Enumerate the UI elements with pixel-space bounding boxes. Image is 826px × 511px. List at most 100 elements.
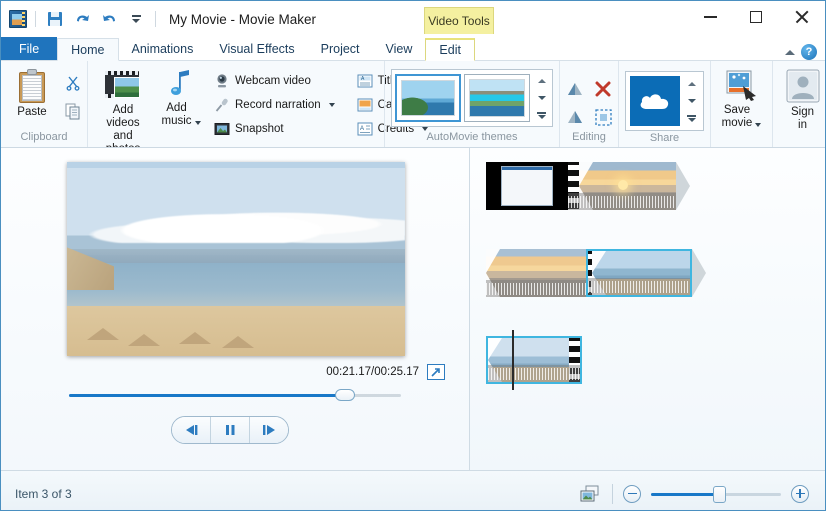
ribbon-right-tools: ? (785, 44, 825, 60)
seek-fill (69, 394, 345, 397)
playhead[interactable] (512, 330, 514, 390)
snapshot-icon (214, 121, 230, 137)
chevron-down-icon[interactable] (755, 123, 761, 127)
seek-thumb[interactable] (335, 389, 355, 401)
item-status: Item 3 of 3 (15, 487, 72, 501)
ribbon-group-editing: Editing (559, 61, 618, 147)
window-title: My Movie - Movie Maker (169, 12, 316, 27)
ribbon-group-share: Share (618, 61, 710, 147)
audio-waveform (588, 278, 690, 295)
remove-button[interactable] (591, 77, 615, 101)
copy-icon (65, 103, 81, 120)
undo-icon[interactable] (71, 8, 93, 30)
select-all-button[interactable] (591, 105, 615, 129)
gallery-scroll-down-icon[interactable] (534, 91, 549, 106)
seek-bar[interactable] (69, 388, 401, 402)
fullscreen-icon[interactable] (427, 364, 445, 380)
maximize-button[interactable] (733, 1, 779, 33)
share-scroll-up-icon[interactable] (684, 76, 699, 91)
ribbon-tabs: File Home Animations Visual Effects Proj… (1, 37, 825, 61)
share-gallery[interactable] (625, 71, 704, 131)
gallery-scroll-up-icon[interactable] (534, 73, 549, 88)
share-scroll-down-icon[interactable] (684, 94, 699, 109)
ribbon-group-automovie: AutoMovie themes (384, 61, 559, 147)
quick-access-toolbar (9, 8, 159, 30)
storyboard-pane[interactable] (470, 148, 825, 470)
paste-label: Paste (17, 106, 46, 119)
clip-beach-day[interactable] (586, 249, 692, 297)
paste-icon (17, 69, 47, 103)
rotate-left-button[interactable] (563, 77, 587, 101)
share-more-icon[interactable] (684, 111, 699, 126)
ribbon-group-sign-in: Sign in (772, 61, 826, 147)
tab-animations[interactable]: Animations (119, 37, 207, 60)
gallery-scroll (534, 73, 549, 123)
divider (155, 11, 156, 27)
clip-beach-day-cont[interactable] (486, 336, 582, 384)
tab-visual-effects[interactable]: Visual Effects (206, 37, 307, 60)
user-icon (786, 69, 820, 103)
tab-file[interactable]: File (1, 37, 57, 60)
zoom-fill (651, 493, 719, 496)
rotate-right-button[interactable] (563, 105, 587, 129)
audio-waveform (486, 280, 586, 297)
storyboard-row (486, 162, 690, 210)
save-icon[interactable] (44, 8, 66, 30)
preview-water (67, 263, 405, 310)
pause-button[interactable] (210, 417, 249, 443)
zoom-out-button[interactable] (623, 485, 641, 503)
paste-button[interactable]: Paste (3, 67, 61, 119)
preview-monitor[interactable] (67, 162, 405, 356)
tab-project[interactable]: Project (308, 37, 373, 60)
group-label-clipboard: Clipboard (1, 130, 87, 147)
add-videos-and-photos-button[interactable]: Add videos and photos (94, 67, 152, 156)
add-small-buttons-col1: Webcam video Record narration (210, 69, 339, 141)
tab-home[interactable]: Home (57, 38, 118, 61)
credits-icon: A (357, 121, 373, 137)
add-music-label-wrap: Add music (161, 102, 200, 128)
help-icon[interactable]: ? (801, 44, 817, 60)
gallery-more-icon[interactable] (534, 108, 549, 123)
title-bar: My Movie - Movie Maker Video Tools (1, 1, 825, 37)
tab-edit[interactable]: Edit (425, 38, 475, 61)
zoom-in-button[interactable] (791, 485, 809, 503)
clip-sunset-beach-cont[interactable] (486, 249, 586, 297)
cloud-icon (636, 88, 674, 114)
preview-pane: 00:21.17/00:25.17 (1, 148, 470, 470)
contextual-tab-label: Video Tools (424, 7, 494, 34)
previous-frame-button[interactable] (172, 417, 210, 443)
save-movie-button[interactable]: Save movie (713, 67, 771, 130)
minimize-button[interactable] (687, 1, 733, 33)
record-narration-button[interactable]: Record narration (210, 93, 339, 117)
webcam-video-button[interactable]: Webcam video (210, 69, 339, 93)
music-note-icon (168, 69, 194, 99)
next-frame-button[interactable] (249, 417, 288, 443)
movie-maker-window: My Movie - Movie Maker Video Tools File … (0, 0, 826, 511)
tab-view[interactable]: View (373, 37, 426, 60)
snapshot-label: Snapshot (235, 123, 284, 135)
collapse-ribbon-icon[interactable] (785, 50, 795, 55)
onedrive-button[interactable] (630, 76, 680, 126)
clip-sunset-beach[interactable] (568, 162, 676, 210)
snapshot-button[interactable]: Snapshot (210, 117, 339, 141)
close-button[interactable] (779, 1, 825, 33)
cut-button[interactable] (61, 71, 85, 95)
copy-button[interactable] (61, 99, 85, 123)
theme-no-theme[interactable] (395, 74, 461, 122)
ribbon: Paste (1, 61, 825, 147)
thumbnail-size-icon[interactable] (580, 485, 602, 503)
add-music-button[interactable]: Add music (152, 67, 210, 128)
title-icon: A (357, 73, 373, 89)
zoom-slider[interactable] (651, 487, 781, 501)
automovie-gallery[interactable] (391, 69, 553, 127)
chevron-down-icon[interactable] (195, 121, 201, 125)
sign-in-button[interactable]: Sign in (774, 67, 826, 132)
chevron-down-icon[interactable] (329, 103, 335, 107)
group-label-share: Share (619, 131, 710, 147)
clip-screen-recording[interactable] (486, 162, 568, 210)
redo-icon[interactable] (98, 8, 120, 30)
theme-contemporary[interactable] (464, 74, 530, 122)
customize-quick-access-icon[interactable] (125, 8, 147, 30)
window-controls (687, 1, 825, 37)
zoom-thumb[interactable] (713, 486, 726, 503)
